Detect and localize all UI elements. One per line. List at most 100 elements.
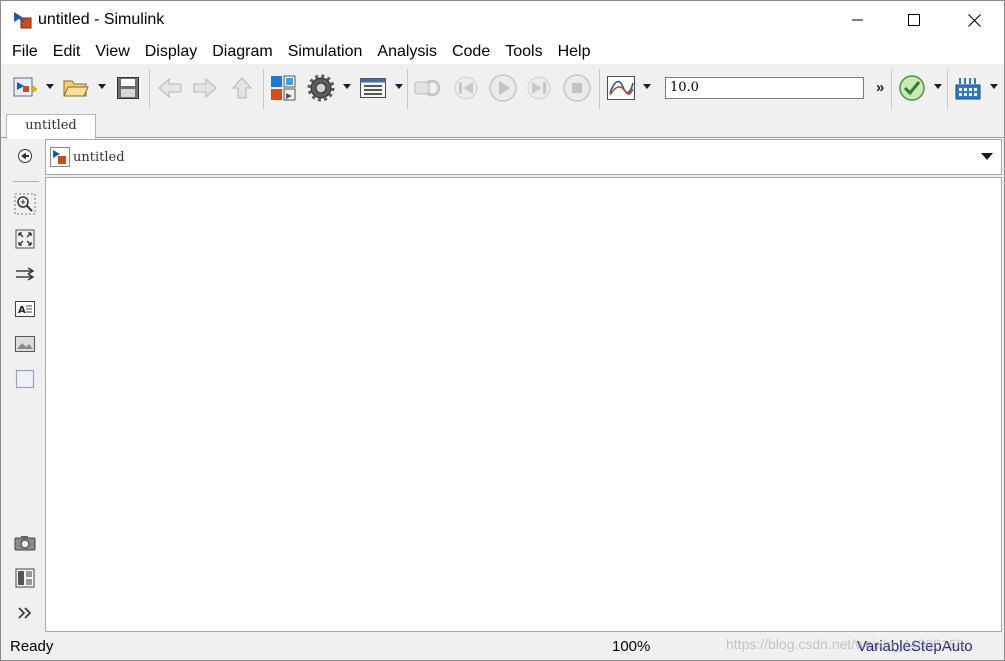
model-explorer-dropdown[interactable] <box>395 84 403 89</box>
step-back-icon <box>454 76 478 100</box>
model-explorer-button[interactable] <box>358 73 388 103</box>
library-browser-icon <box>271 75 296 101</box>
new-model-dropdown[interactable] <box>46 84 54 89</box>
model-canvas[interactable] <box>45 177 1002 632</box>
model-browser-icon <box>15 568 35 588</box>
toolbar-separator <box>891 69 892 109</box>
data-inspector-dropdown[interactable] <box>643 84 651 89</box>
explorer-bar: untitled <box>45 139 1002 175</box>
tab-untitled[interactable]: untitled <box>6 114 96 139</box>
update-diagram-button[interactable] <box>413 73 443 103</box>
svg-text:A: A <box>18 305 26 316</box>
menu-code[interactable]: Code <box>445 39 498 64</box>
model-settings-button[interactable] <box>306 73 336 103</box>
breadcrumb-dropdown[interactable] <box>981 153 993 160</box>
save-disk-icon <box>117 77 139 99</box>
zoom-level: 100% <box>612 638 651 655</box>
play-icon <box>489 74 517 102</box>
model-icon <box>50 147 70 167</box>
toolbar-separator <box>599 69 600 109</box>
maximize-icon <box>908 14 920 26</box>
step-forward-icon <box>527 76 551 100</box>
palette-separator <box>13 181 39 182</box>
back-button[interactable] <box>156 73 184 103</box>
toolbar-separator <box>407 69 408 109</box>
close-button[interactable] <box>951 1 997 39</box>
zoom-button[interactable] <box>13 192 37 216</box>
step-forward-button[interactable] <box>525 73 553 103</box>
image-button[interactable] <box>13 332 37 356</box>
screenshot-button[interactable] <box>13 531 37 555</box>
build-model-icon <box>955 78 981 100</box>
model-settings-dropdown[interactable] <box>343 84 351 89</box>
camera-icon <box>14 536 36 551</box>
step-back-button[interactable] <box>452 73 480 103</box>
watermark: https://blog.csdn.net/weixin_44808168 <box>726 636 965 652</box>
menu-tools[interactable]: Tools <box>498 39 550 64</box>
menu-view[interactable]: View <box>88 39 137 64</box>
fit-to-view-icon <box>15 229 35 249</box>
library-browser-button[interactable] <box>268 73 298 103</box>
data-inspector-button[interactable] <box>605 73 637 103</box>
palette-toolbar: A <box>5 139 43 633</box>
toolbar-separator <box>263 69 264 109</box>
annotation-button[interactable]: A <box>13 297 37 321</box>
arrow-right-icon <box>193 77 217 99</box>
build-model-dropdown[interactable] <box>990 84 998 89</box>
window-title: untitled - Simulink <box>38 11 165 28</box>
stop-button[interactable] <box>562 73 592 103</box>
expand-palette-button[interactable] <box>13 601 37 625</box>
check-circle-icon <box>899 75 925 101</box>
text-annotation-icon: A <box>15 301 35 317</box>
title-bar: untitled - Simulink <box>1 1 1004 39</box>
menu-help[interactable]: Help <box>551 39 599 64</box>
menu-diagram[interactable]: Diagram <box>205 39 280 64</box>
update-diagram-icon <box>414 79 441 97</box>
toolbar-separator <box>149 69 150 109</box>
gear-icon <box>307 74 335 102</box>
status-text: Ready <box>10 638 54 655</box>
simulink-window: untitled - Simulink File Edit View Displ… <box>0 0 1005 661</box>
open-button[interactable] <box>61 73 91 103</box>
model-browser-button[interactable] <box>13 566 37 590</box>
new-model-icon <box>13 77 37 97</box>
model-tab-strip: untitled <box>1 112 1004 139</box>
stop-icon <box>563 74 591 102</box>
hide-explorer-bar-button[interactable] <box>13 144 37 168</box>
minimize-button[interactable] <box>835 1 881 39</box>
menu-simulation[interactable]: Simulation <box>281 39 371 64</box>
menu-analysis[interactable]: Analysis <box>370 39 445 64</box>
menu-display[interactable]: Display <box>138 39 205 64</box>
image-icon <box>15 336 35 352</box>
double-arrow-right-icon <box>16 267 35 281</box>
build-model-button[interactable] <box>953 73 983 103</box>
arrow-up-icon <box>231 77 253 99</box>
maximize-button[interactable] <box>891 1 937 39</box>
forward-button[interactable] <box>191 73 219 103</box>
up-button[interactable] <box>228 73 256 103</box>
double-chevron-right-icon <box>18 607 32 619</box>
menu-edit[interactable]: Edit <box>46 39 89 64</box>
breadcrumb[interactable]: untitled <box>73 150 125 165</box>
toolbar-overflow-button[interactable]: » <box>876 79 884 96</box>
zoom-in-icon <box>14 193 36 215</box>
fit-to-view-button[interactable] <box>13 227 37 251</box>
simulink-model-icon <box>14 12 32 29</box>
model-advisor-dropdown[interactable] <box>934 84 942 89</box>
stop-time-input[interactable]: 10.0 <box>665 77 864 99</box>
model-advisor-button[interactable] <box>897 73 927 103</box>
open-dropdown[interactable] <box>98 84 106 89</box>
area-button[interactable] <box>13 367 37 391</box>
signal-line-button[interactable] <box>13 262 37 286</box>
signal-plot-icon <box>607 76 635 100</box>
minimize-icon <box>852 19 863 21</box>
menu-bar: File Edit View Display Diagram Simulatio… <box>1 39 1004 64</box>
save-button[interactable] <box>114 73 142 103</box>
area-box-icon <box>15 369 35 389</box>
run-button[interactable] <box>488 73 518 103</box>
new-model-button[interactable] <box>10 73 40 103</box>
close-icon <box>967 13 981 27</box>
arrow-left-icon <box>158 77 182 99</box>
toolbar-separator <box>947 69 948 109</box>
menu-file[interactable]: File <box>5 39 46 64</box>
